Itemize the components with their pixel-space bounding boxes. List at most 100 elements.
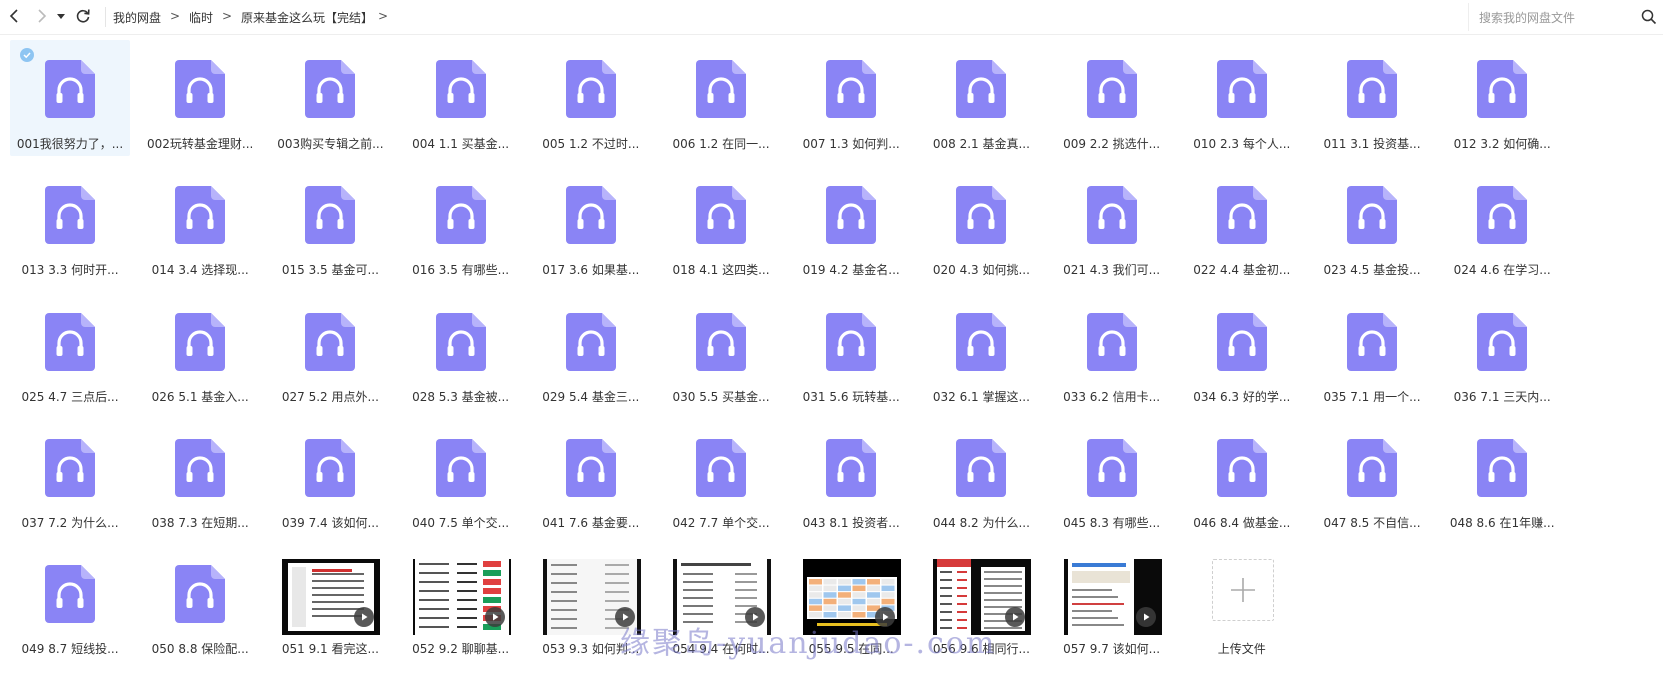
video-file-item[interactable]: 055 9.5 在同... bbox=[791, 545, 911, 661]
audio-file-icon bbox=[1086, 438, 1137, 497]
file-name-label: 016 3.5 有哪些... bbox=[412, 263, 510, 278]
file-name-label: 009 2.2 挑选什... bbox=[1063, 137, 1161, 151]
audio-file-item[interactable]: 021 4.3 我们可... bbox=[1052, 166, 1172, 282]
audio-file-item[interactable]: 044 8.2 为什么... bbox=[921, 419, 1041, 535]
audio-file-item[interactable]: 016 3.5 有哪些... bbox=[401, 166, 521, 282]
audio-file-icon bbox=[1216, 438, 1267, 497]
audio-file-item[interactable]: 012 3.2 如何确... bbox=[1442, 40, 1562, 156]
audio-file-icon bbox=[45, 60, 95, 118]
audio-file-item[interactable]: 041 7.6 基金要... bbox=[531, 419, 651, 535]
audio-file-item[interactable]: 007 1.3 如何判... bbox=[791, 40, 911, 156]
audio-file-item[interactable]: 008 2.1 基金真... bbox=[921, 40, 1041, 156]
audio-file-item[interactable]: 020 4.3 如何挑... bbox=[921, 166, 1041, 282]
audio-file-item[interactable]: 033 6.2 信用卡... bbox=[1052, 293, 1172, 409]
caret-down-icon bbox=[57, 14, 65, 19]
history-dropdown-button[interactable] bbox=[54, 5, 68, 27]
file-name-label: 010 2.3 每个人... bbox=[1193, 137, 1291, 151]
audio-file-item[interactable]: 043 8.1 投资者... bbox=[791, 419, 911, 535]
audio-file-item[interactable]: 005 1.2 不过时... bbox=[531, 40, 651, 156]
audio-file-item[interactable]: 036 7.1 三天内... bbox=[1442, 293, 1562, 409]
audio-file-item[interactable]: 045 8.3 有哪些... bbox=[1052, 419, 1172, 535]
audio-file-item[interactable]: 014 3.4 选择现... bbox=[140, 166, 260, 282]
audio-file-item[interactable]: 001我很努力了，... bbox=[10, 40, 130, 156]
upload-box[interactable] bbox=[1211, 559, 1274, 622]
audio-file-item[interactable]: 032 6.1 掌握这... bbox=[921, 293, 1041, 409]
audio-file-icon bbox=[175, 312, 226, 371]
audio-file-item[interactable]: 022 4.4 基金初... bbox=[1182, 166, 1302, 282]
play-icon bbox=[1135, 607, 1156, 628]
audio-file-icon bbox=[45, 438, 95, 497]
search-icon[interactable] bbox=[1641, 9, 1657, 25]
selected-check-icon[interactable] bbox=[20, 48, 34, 62]
video-file-item[interactable]: 056 9.6 相同行... bbox=[921, 545, 1041, 661]
audio-file-item[interactable]: 026 5.1 基金入... bbox=[140, 293, 260, 409]
upload-file-button[interactable]: 上传文件 bbox=[1192, 545, 1312, 661]
breadcrumb-item-temp[interactable]: 临时 bbox=[189, 9, 213, 26]
audio-file-item[interactable]: 046 8.4 做基金... bbox=[1182, 419, 1302, 535]
audio-file-item[interactable]: 006 1.2 在同一... bbox=[661, 40, 781, 156]
video-file-item[interactable]: 051 9.1 看完这... bbox=[270, 545, 390, 661]
file-name-label: 029 5.4 基金三... bbox=[542, 389, 640, 404]
audio-file-item[interactable]: 015 3.5 基金可... bbox=[270, 166, 390, 282]
search-input[interactable] bbox=[1477, 9, 1631, 27]
audio-file-item[interactable]: 042 7.7 单个交... bbox=[661, 419, 781, 535]
audio-file-item[interactable]: 029 5.4 基金三... bbox=[531, 293, 651, 409]
file-name-label: 019 4.2 基金名... bbox=[802, 263, 900, 278]
file-name-label: 055 9.5 在同... bbox=[808, 642, 894, 657]
file-name-label: 012 3.2 如何确... bbox=[1453, 137, 1551, 151]
audio-file-item[interactable]: 049 8.7 短线投... bbox=[10, 545, 130, 661]
audio-file-item[interactable]: 037 7.2 为什么... bbox=[10, 419, 130, 535]
breadcrumb-item-my-drive[interactable]: 我的网盘 bbox=[113, 9, 161, 26]
audio-file-item[interactable]: 040 7.5 单个交... bbox=[401, 419, 521, 535]
audio-file-item[interactable]: 018 4.1 这四类... bbox=[661, 166, 781, 282]
refresh-button[interactable] bbox=[72, 5, 94, 27]
audio-file-item[interactable]: 024 4.6 在学习... bbox=[1442, 166, 1562, 282]
video-file-item[interactable]: 053 9.3 如何判... bbox=[531, 545, 651, 661]
audio-file-item[interactable]: 009 2.2 挑选什... bbox=[1052, 40, 1172, 156]
audio-file-item[interactable]: 038 7.3 在短期... bbox=[140, 419, 260, 535]
forward-button[interactable] bbox=[30, 5, 52, 27]
file-name-label: 002玩转基金理财... bbox=[147, 137, 254, 151]
breadcrumb-separator: > bbox=[378, 9, 389, 23]
back-button[interactable] bbox=[4, 5, 26, 27]
audio-file-item[interactable]: 030 5.5 买基金... bbox=[661, 293, 781, 409]
file-name-label: 051 9.1 看完这... bbox=[281, 642, 379, 657]
file-name-label: 046 8.4 做基金... bbox=[1193, 515, 1291, 530]
audio-file-item[interactable]: 048 8.6 在1年赚... bbox=[1442, 419, 1562, 535]
video-thumbnail bbox=[542, 559, 641, 636]
audio-file-icon bbox=[175, 60, 226, 118]
file-name-label: 024 4.6 在学习... bbox=[1453, 263, 1551, 278]
audio-file-item[interactable]: 031 5.6 玩转基... bbox=[791, 293, 911, 409]
audio-file-item[interactable]: 004 1.1 买基金... bbox=[401, 40, 521, 156]
audio-file-item[interactable]: 050 8.8 保险配... bbox=[140, 545, 260, 661]
file-name-label: 030 5.5 买基金... bbox=[672, 389, 770, 404]
audio-file-item[interactable]: 047 8.5 不自信... bbox=[1312, 419, 1432, 535]
audio-file-item[interactable]: 023 4.5 基金投... bbox=[1312, 166, 1432, 282]
audio-file-item[interactable]: 039 7.4 该如何... bbox=[270, 419, 390, 535]
file-name-label: 014 3.4 选择现... bbox=[151, 263, 249, 278]
audio-file-item[interactable]: 028 5.3 基金被... bbox=[401, 293, 521, 409]
audio-file-item[interactable]: 003购买专辑之前... bbox=[270, 40, 390, 156]
audio-file-item[interactable]: 027 5.2 用点外... bbox=[270, 293, 390, 409]
audio-file-item[interactable]: 034 6.3 好的学... bbox=[1182, 293, 1302, 409]
breadcrumb-separator: > bbox=[170, 9, 181, 23]
audio-file-icon bbox=[1086, 60, 1137, 118]
audio-file-item[interactable]: 013 3.3 何时开... bbox=[10, 166, 130, 282]
audio-file-icon bbox=[435, 312, 486, 371]
audio-file-item[interactable]: 025 4.7 三点后... bbox=[10, 293, 130, 409]
file-name-label: 005 1.2 不过时... bbox=[542, 137, 640, 151]
audio-file-icon bbox=[45, 186, 95, 245]
audio-file-item[interactable]: 011 3.1 投资基... bbox=[1312, 40, 1432, 156]
audio-file-icon bbox=[45, 565, 95, 624]
audio-file-item[interactable]: 019 4.2 基金名... bbox=[791, 166, 911, 282]
audio-file-item[interactable]: 017 3.6 如果基... bbox=[531, 166, 651, 282]
audio-file-icon bbox=[1477, 312, 1528, 371]
audio-file-item[interactable]: 035 7.1 用一个... bbox=[1312, 293, 1432, 409]
video-file-item[interactable]: 054 9.4 在何时... bbox=[661, 545, 781, 661]
video-file-item[interactable]: 057 9.7 该如何... bbox=[1052, 545, 1172, 661]
video-file-item[interactable]: 052 9.2 聊聊基... bbox=[401, 545, 521, 661]
audio-file-item[interactable]: 002玩转基金理财... bbox=[140, 40, 260, 156]
audio-file-icon bbox=[1477, 186, 1528, 245]
audio-file-item[interactable]: 010 2.3 每个人... bbox=[1182, 40, 1302, 156]
breadcrumb-item-current[interactable]: 原来基金这么玩【完结】 bbox=[241, 9, 373, 26]
